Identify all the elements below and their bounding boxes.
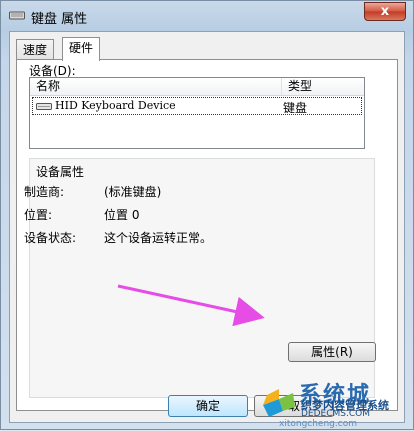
keyboard-icon [9,11,25,20]
window-title: 键盘 属性 [31,12,88,27]
keyboard-device-icon [36,103,52,110]
tab-hardware[interactable]: 硬件 [62,37,101,61]
watermark: 系统城 织梦内容管理系统 DEDECMS.COM xitongcheng.com [257,377,413,429]
title-bar[interactable]: 键盘 属性 x [1,1,413,31]
device-properties-group: 设备属性 制造商: (标准键盘) 位置: 位置 0 设备状态: 这个设备运转正常… [24,158,375,398]
properties-button[interactable]: 属性(R) [288,342,376,362]
watermark-logo-icon [263,389,295,417]
tab-speed[interactable]: 速度 [16,39,55,60]
device-status-label: 设备状态: [24,231,77,245]
column-header-type[interactable]: 类型 [282,78,366,95]
dialog-client-area: 速度 硬件 设备(D): 名称 类型 HID Keyboard Device 键… [9,31,405,423]
device-name: HID Keyboard Device [55,99,176,112]
device-type: 键盘 [283,101,308,115]
ok-button[interactable]: 确定 [168,395,248,417]
device-list-header: 名称 类型 [30,78,364,96]
manufacturer-label: 制造商: [24,185,65,199]
device-list[interactable]: 名称 类型 HID Keyboard Device 键盘 [29,77,365,149]
location-value: 位置 0 [104,208,140,222]
properties-window: 键盘 属性 x 速度 硬件 设备(D): 名称 类型 HID Keyboard … [0,0,414,430]
device-status-value: 这个设备运转正常。 [104,231,213,245]
device-properties-title: 设备属性 [36,165,85,179]
close-button[interactable]: x [364,2,406,21]
column-header-name[interactable]: 名称 [30,78,282,95]
device-row[interactable]: HID Keyboard Device 键盘 [32,97,362,115]
location-label: 位置: [24,208,53,222]
watermark-url-text: xitongcheng.com [279,419,357,429]
manufacturer-value: (标准键盘) [104,185,162,199]
hardware-tab-panel: 设备(D): 名称 类型 HID Keyboard Device 键盘 设备属性 [16,59,398,411]
watermark-en-text: DEDECMS.COM [301,409,370,419]
